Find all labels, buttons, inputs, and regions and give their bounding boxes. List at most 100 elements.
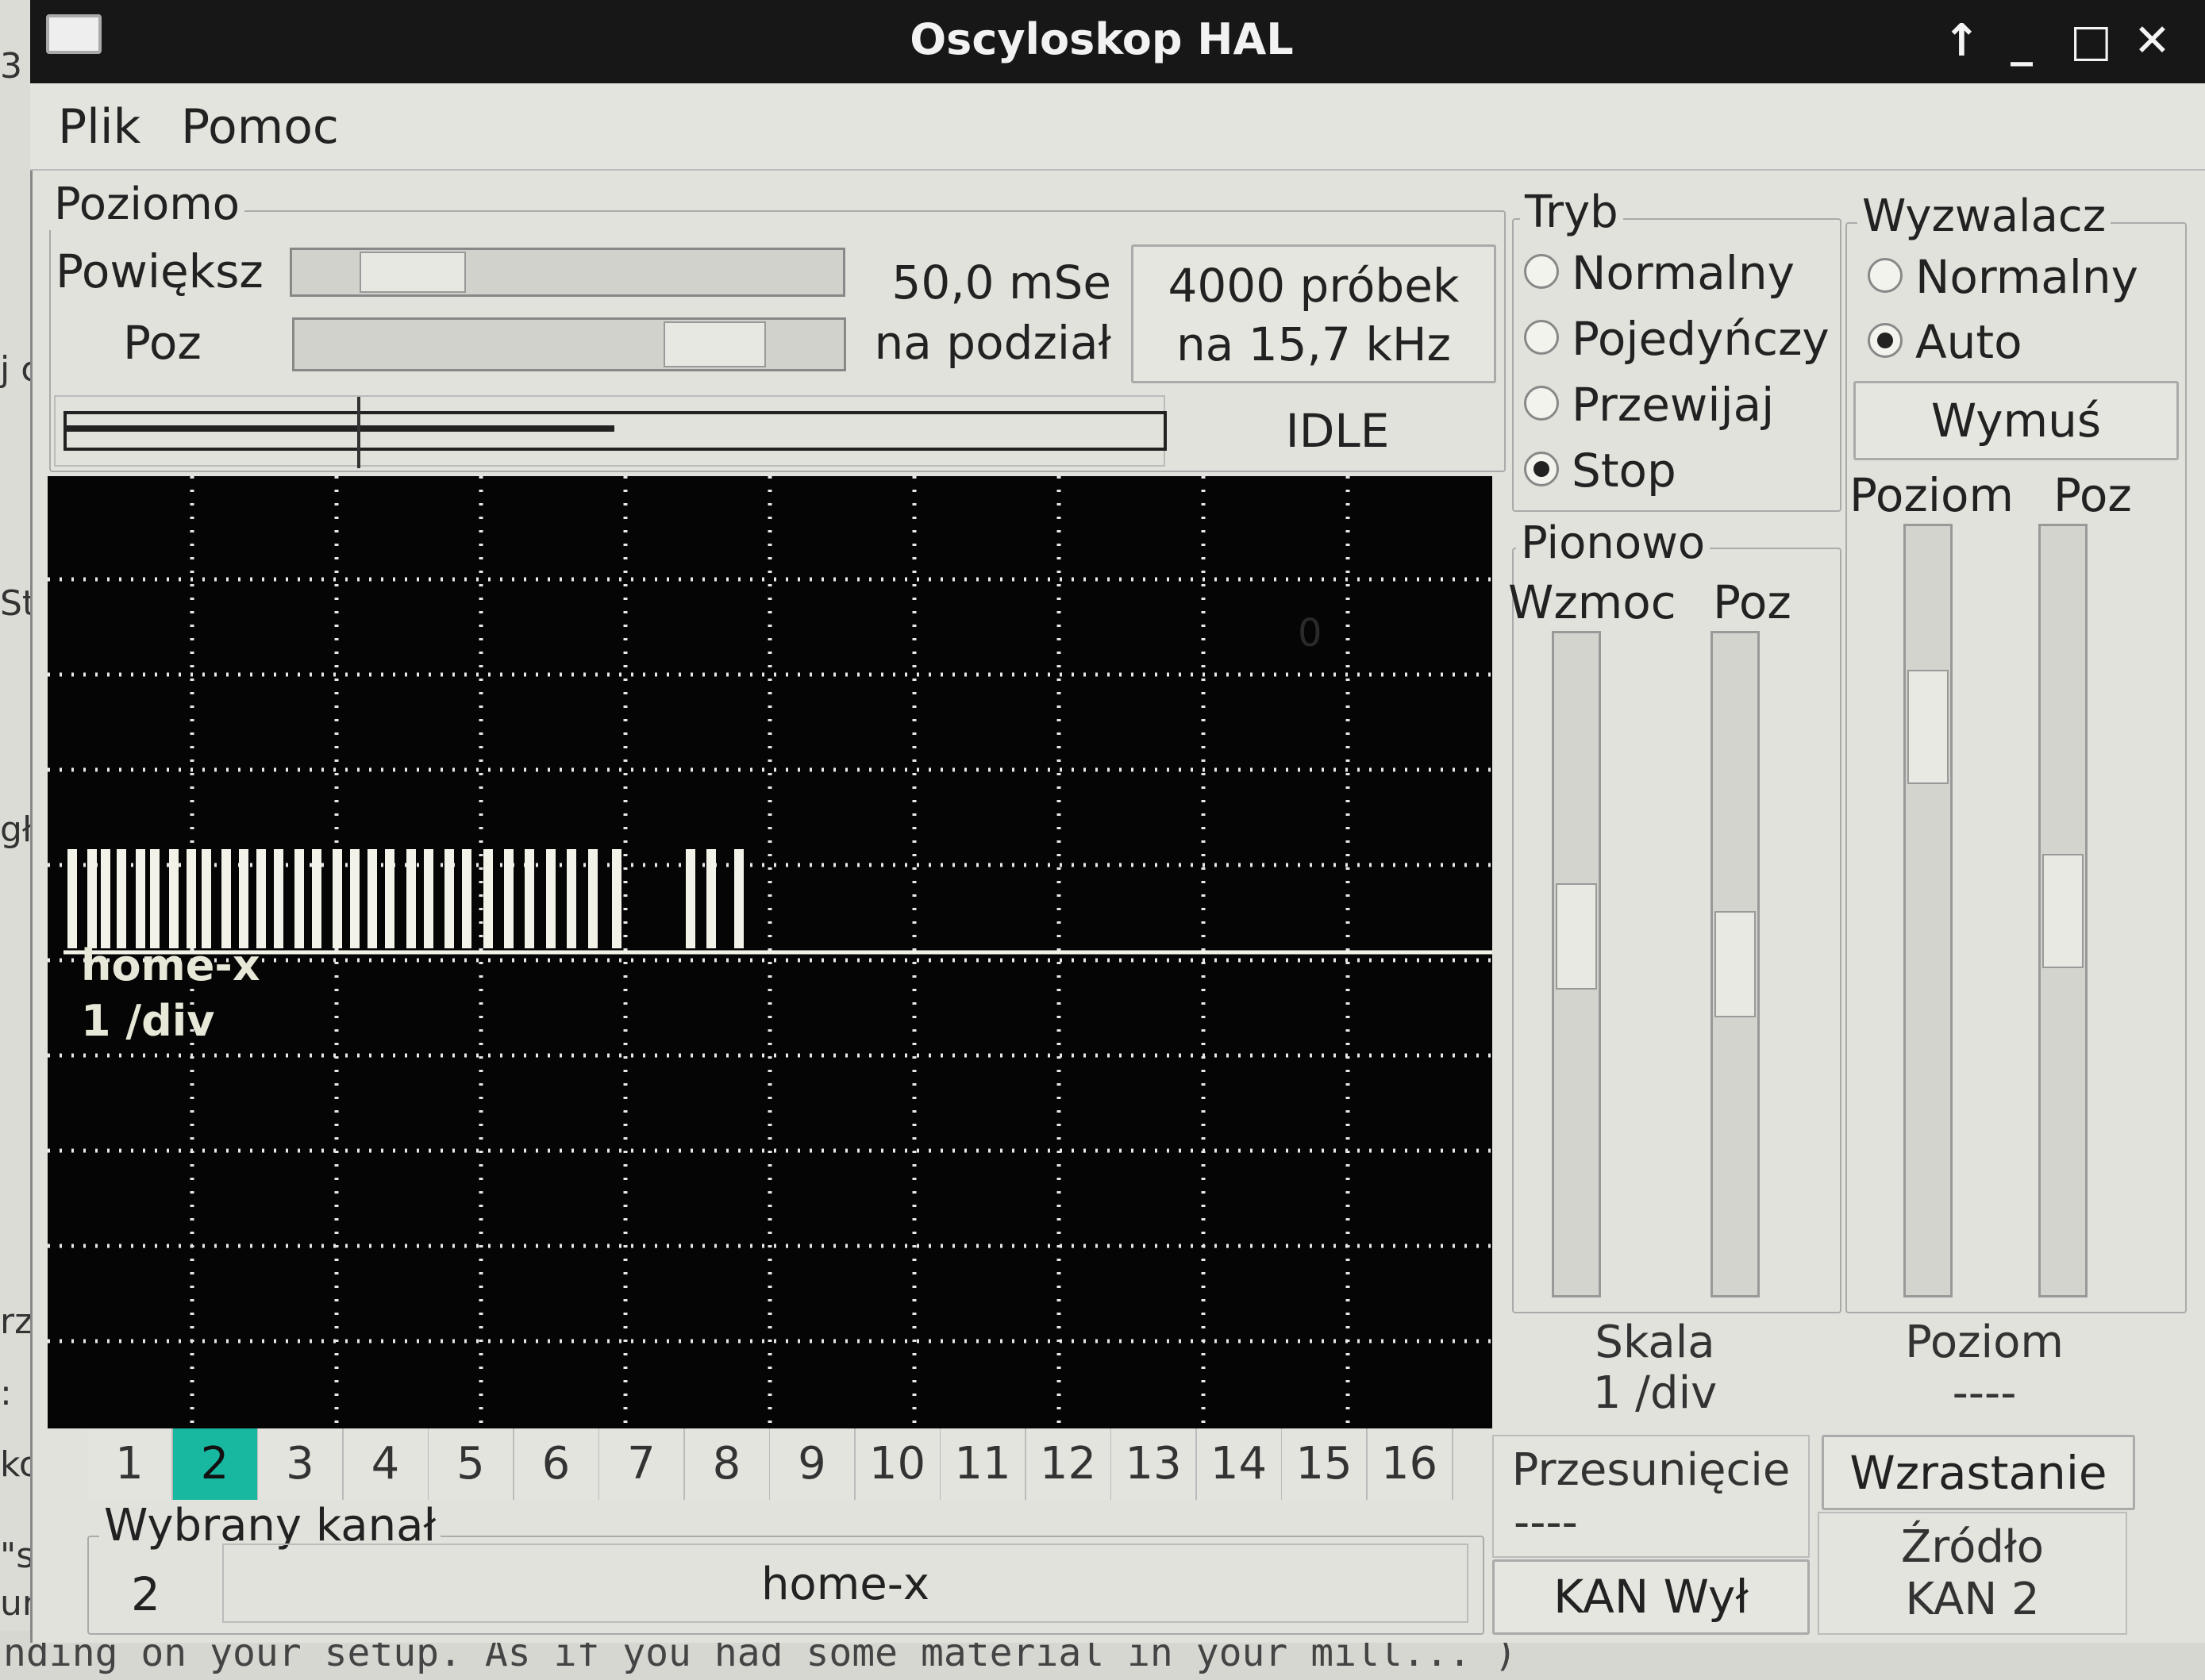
scope-grid [48,476,1492,1428]
menu-plik[interactable]: Plik [58,99,140,155]
scale-value: 1 /div [1592,1367,1718,1419]
zoom-slider[interactable] [290,248,845,297]
force-trigger-button[interactable]: Wymuś [1853,381,2179,460]
horizontal-position-slider[interactable] [292,317,846,371]
channel-tab-4[interactable]: 4 [343,1428,429,1500]
vertical-position-label: Poz [1713,575,1791,629]
maximize-icon[interactable]: □ [2070,17,2112,65]
record-bar [63,411,1167,451]
keep-above-icon[interactable]: ↑ [1943,17,1980,65]
trace-pulse [169,849,179,948]
trace-pulse [588,849,598,948]
trigger-option-label[interactable]: Auto [1915,315,2022,369]
trace-pulse [350,849,360,948]
channel-tab-3[interactable]: 3 [258,1428,344,1500]
trace-pulse [462,849,471,948]
trace-pulse [368,849,377,948]
acquisition-state: IDLE [1285,404,1390,458]
trace-pulse [686,849,695,948]
mode-option-label[interactable]: Stop [1572,444,1676,498]
trace-pulse [101,849,110,948]
bg-text: : [0,1373,12,1413]
mode-radio-pojedyńczy[interactable] [1524,320,1559,355]
channel-tab-6[interactable]: 6 [514,1428,600,1500]
trigger-option-label[interactable]: Normalny [1915,250,2138,304]
vertical-frame-label: Pionowo [1516,517,1711,569]
trigger-level-title: Poziom [1905,1317,2064,1368]
ground-marker: 0 [1298,611,1322,655]
mode-radio-normalny[interactable] [1524,254,1559,289]
channel-tab-9[interactable]: 9 [770,1428,856,1500]
trigger-level-handle[interactable] [1907,670,1949,784]
position-slider-handle[interactable] [664,321,766,367]
trace-pulse [150,849,160,948]
bg-text: 3 [0,46,22,86]
trace-pulse [239,849,248,948]
samples-button[interactable]: 4000 próbek na 15,7 kHz [1131,244,1496,383]
channel-off-button[interactable]: KAN Wył [1492,1559,1810,1635]
offset-value: ---- [1514,1497,1578,1548]
time-per-div-unit: na podział [874,316,1111,370]
trigger-position-slider[interactable] [2038,524,2088,1297]
title-bar[interactable]: Oscyloskop HAL ↑ _ □ ✕ [30,0,2205,83]
mode-option-label[interactable]: Przewijaj [1572,378,1774,432]
channel-tab-15[interactable]: 15 [1282,1428,1368,1500]
horizontal-frame-label: Poziomo [49,179,245,230]
mode-option-label[interactable]: Normalny [1572,246,1795,300]
mode-radio-stop[interactable] [1524,452,1559,486]
trigger-radio-auto[interactable] [1868,323,1903,358]
trigger-level-slider[interactable] [1903,524,1953,1297]
gain-slider-handle[interactable] [1556,883,1597,990]
trace-pulse [187,849,196,948]
channel-tab-10[interactable]: 10 [855,1428,941,1500]
scope-display[interactable]: home-x 1 /div 0 [48,476,1492,1428]
mode-radio-przewijaj[interactable] [1524,386,1559,421]
vertical-offset-button[interactable]: Przesunięcie ---- [1492,1435,1810,1558]
trigger-level: Poziom ---- [1826,1317,2143,1428]
zoom-slider-handle[interactable] [360,252,466,293]
trace-pulse [385,849,394,948]
time-per-division: 50,0 mSe na podział [857,252,1111,373]
close-icon[interactable]: ✕ [2134,17,2171,65]
mode-option-label[interactable]: Pojedyńczy [1572,312,1830,366]
channel-tab-13[interactable]: 13 [1111,1428,1197,1500]
trace-pulse [612,849,621,948]
offset-title: Przesunięcie [1511,1444,1791,1496]
trace-pulse [567,849,576,948]
channel-tab-16[interactable]: 16 [1367,1428,1453,1500]
vertical-gain-slider[interactable] [1552,631,1601,1297]
trace-pulse [525,849,534,948]
channel-tab-14[interactable]: 14 [1196,1428,1283,1500]
source-value: KAN 2 [1905,1574,2040,1625]
edge-button[interactable]: Wzrastanie [1822,1435,2135,1510]
source-title: Źródło [1900,1521,2045,1573]
record-overview[interactable] [54,395,1167,468]
trace-pulse [294,849,304,948]
samples-count: 4000 próbek [1168,259,1460,313]
trace-pulse [221,849,231,948]
trace-pulse [706,849,716,948]
minimize-icon[interactable]: _ [2011,17,2033,65]
channel-tab-12[interactable]: 12 [1026,1428,1112,1500]
menu-pomoc[interactable]: Pomoc [181,99,339,155]
trigger-source-button[interactable]: Źródło KAN 2 [1818,1512,2127,1635]
trace-pulse [424,849,433,948]
selected-channel-name[interactable]: home-x [222,1544,1468,1623]
channel-tab-7[interactable]: 7 [599,1428,685,1500]
scale-title: Skala [1595,1317,1715,1368]
channel-tab-8[interactable]: 8 [684,1428,771,1500]
zoom-label: Powiększ [56,244,264,298]
selected-channel-number: 2 [131,1567,160,1621]
channel-tab-11[interactable]: 11 [941,1428,1026,1500]
channel-tab-2[interactable]: 2 [172,1428,259,1500]
trace-pulse [483,849,493,948]
trigger-level-label: Poziom [1849,468,2014,522]
trace-pulse [333,849,342,948]
vertical-position-slider[interactable] [1711,631,1760,1297]
trigger-pos-handle[interactable] [2042,854,2084,968]
channel-tab-1[interactable]: 1 [87,1428,173,1500]
vposition-slider-handle[interactable] [1714,911,1756,1017]
time-per-div-value: 50,0 mSe [891,256,1111,309]
trigger-radio-normalny[interactable] [1868,258,1903,293]
channel-tab-5[interactable]: 5 [429,1428,514,1500]
